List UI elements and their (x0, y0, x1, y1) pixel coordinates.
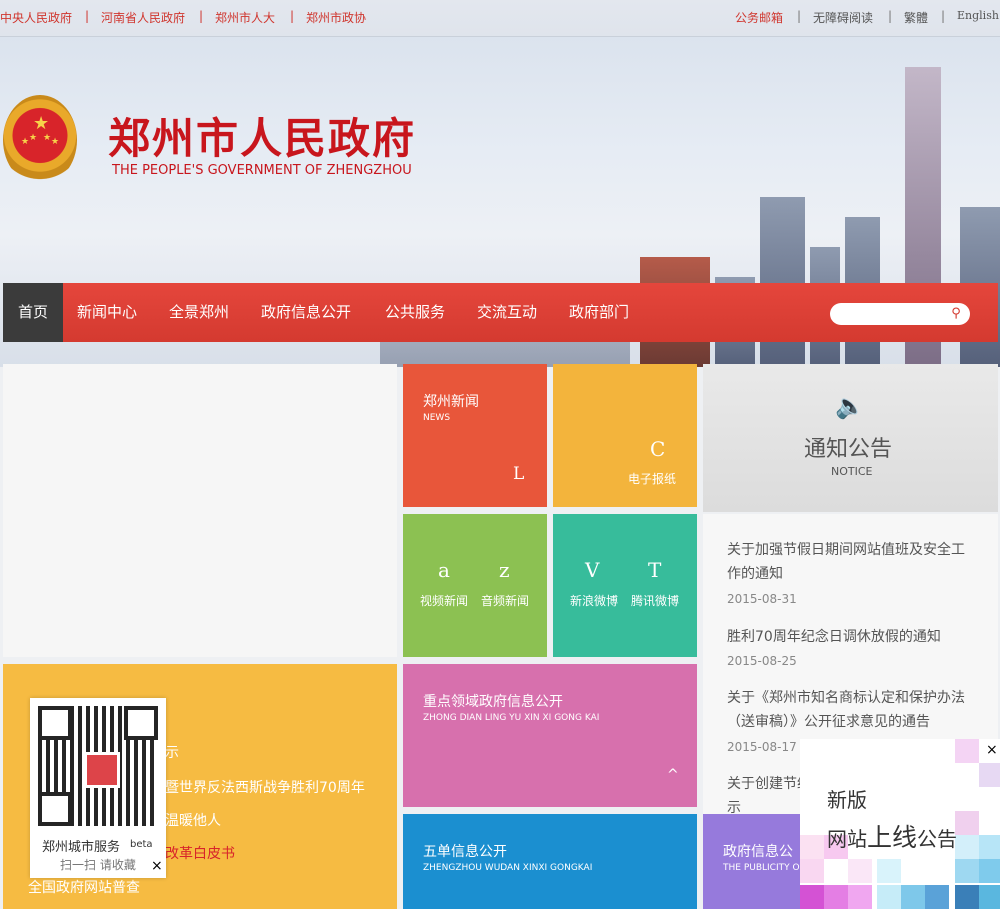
popup-word-notice: 公告 (917, 827, 958, 851)
new-site-popup: 新版 网站上线公告 × (800, 739, 1000, 909)
tile-zz-news[interactable]: 郑州新闻 NEWS L (403, 364, 547, 507)
qr-card: 郑州城市服务 beta 扫一扫 请收藏 × (30, 698, 166, 878)
separator: | (85, 9, 90, 23)
tile-en: THE PUBLICITY O (723, 863, 800, 873)
search-icon[interactable]: ⚲ (945, 303, 967, 325)
tile-en: ZHONG DIAN LING YU XIN XI GONG KAI (423, 713, 600, 723)
audio-news-link[interactable]: 音频新闻 (481, 592, 529, 609)
close-icon[interactable]: × (151, 858, 163, 874)
link-english[interactable]: English (957, 9, 999, 22)
speaker-icon: 🔈 (835, 392, 865, 420)
separator: | (290, 9, 295, 23)
qr-title: 郑州城市服务 (42, 840, 121, 855)
separator: | (888, 9, 893, 23)
slideshow[interactable] (3, 364, 397, 657)
notice-date: 2015-08-17 (727, 740, 797, 754)
topic-item[interactable]: 温暖他人 (165, 810, 221, 830)
notice-item[interactable]: 关于《郑州市知名商标认定和保护办法（送审稿）》公开征求意见的通告 (727, 686, 977, 734)
sina-weibo-link[interactable]: 新浪微博 (570, 592, 618, 609)
caret-up-icon[interactable]: ^ (667, 767, 679, 783)
notice-item[interactable]: 胜利70周年纪念日调休放假的通知 (727, 625, 977, 649)
top-bar: 中央人民政府 | 河南省人民政府 | 郑州市人大 | 郑州市政协 公务邮箱 | … (0, 0, 1000, 37)
notice-en: NOTICE (831, 465, 873, 478)
nav-departments[interactable]: 政府部门 (569, 283, 629, 342)
nav-panorama[interactable]: 全景郑州 (169, 283, 229, 342)
tile-gov-publicity[interactable]: 政府信息公 THE PUBLICITY O (703, 814, 813, 909)
video-icon: a (438, 558, 450, 582)
separator: | (199, 9, 204, 23)
link-official-mail[interactable]: 公务邮箱 (735, 9, 783, 26)
notice-date: 2015-08-31 (727, 592, 797, 606)
link-zz-cppcc[interactable]: 郑州市政协 (306, 9, 366, 26)
topic-item[interactable]: 全国政府网站普查 (28, 877, 140, 897)
link-central-gov[interactable]: 中央人民政府 (0, 9, 72, 26)
site-subtitle: THE PEOPLE'S GOVERNMENT OF ZHENGZHOU (112, 163, 412, 178)
qr-code-icon (38, 706, 158, 826)
newspaper-icon: C (650, 437, 666, 461)
topic-item[interactable]: 暨世界反法西斯战争胜利70周年 (165, 777, 365, 797)
nav-public-service[interactable]: 公共服务 (385, 283, 445, 342)
tile-key-info[interactable]: 重点领域政府信息公开 ZHONG DIAN LING YU XIN XI GON… (403, 664, 697, 807)
popup-word-site: 网站 (827, 827, 867, 851)
national-emblem-icon: ★ ★ ★ ★ ★ (3, 95, 77, 185)
tile-label: 电子报纸 (628, 472, 677, 486)
tencent-weibo-icon: T (648, 558, 662, 582)
notice-title: 通知公告 (804, 437, 893, 462)
topic-item[interactable]: 改革白皮书 (165, 843, 235, 863)
video-news-link[interactable]: 视频新闻 (420, 592, 468, 609)
popup-word-online: 上线 (867, 823, 918, 852)
news-icon: L (513, 464, 525, 484)
tile-notice-header[interactable]: 🔈 通知公告 NOTICE (703, 364, 998, 512)
site-title: 郑州市人民政府 (108, 114, 417, 163)
tile-wudan[interactable]: 五单信息公开 ZHENGZHOU WUDAN XINXI GONGKAI (403, 814, 697, 909)
notice-date: 2015-08-25 (727, 654, 797, 668)
close-icon[interactable]: × (986, 742, 998, 758)
qr-hint: 扫一扫 请收藏 (60, 858, 136, 872)
tile-title: 郑州新闻 (423, 394, 479, 410)
popup-line2: 网站上线公告 (827, 818, 957, 854)
nav-interaction[interactable]: 交流互动 (477, 283, 537, 342)
link-accessible[interactable]: 无障碍阅读 (813, 9, 873, 26)
link-traditional[interactable]: 繁體 (904, 9, 928, 26)
tile-title: 政府信息公 (723, 844, 793, 860)
popup-line1: 新版 (827, 788, 867, 812)
tile-epaper[interactable]: C 电子报纸 (553, 364, 697, 507)
tile-media[interactable]: a 视频新闻 z 音频新闻 (403, 514, 547, 657)
notice-item[interactable]: 关于加强节假日期间网站值班及安全工作的通知 (727, 538, 977, 586)
audio-icon: z (499, 558, 510, 582)
tencent-weibo-link[interactable]: 腾讯微博 (631, 592, 679, 609)
nav-home[interactable]: 首页 (3, 283, 63, 342)
tile-weibo[interactable]: V 新浪微博 T 腾讯微博 (553, 514, 697, 657)
topic-item[interactable]: 示 (165, 742, 179, 762)
tile-en: ZHENGZHOU WUDAN XINXI GONGKAI (423, 863, 593, 873)
separator: | (941, 9, 946, 23)
link-zz-npc[interactable]: 郑州市人大 (215, 9, 275, 26)
tile-title: 重点领域政府信息公开 (423, 694, 563, 710)
sina-weibo-icon: V (585, 558, 600, 582)
nav-news-center[interactable]: 新闻中心 (77, 283, 137, 342)
nav-gov-info[interactable]: 政府信息公开 (261, 283, 351, 342)
separator: | (797, 9, 802, 23)
tile-title: 五单信息公开 (423, 844, 507, 860)
link-henan-gov[interactable]: 河南省人民政府 (101, 9, 185, 26)
tile-en: NEWS (423, 413, 451, 423)
qr-beta: beta (130, 839, 153, 850)
